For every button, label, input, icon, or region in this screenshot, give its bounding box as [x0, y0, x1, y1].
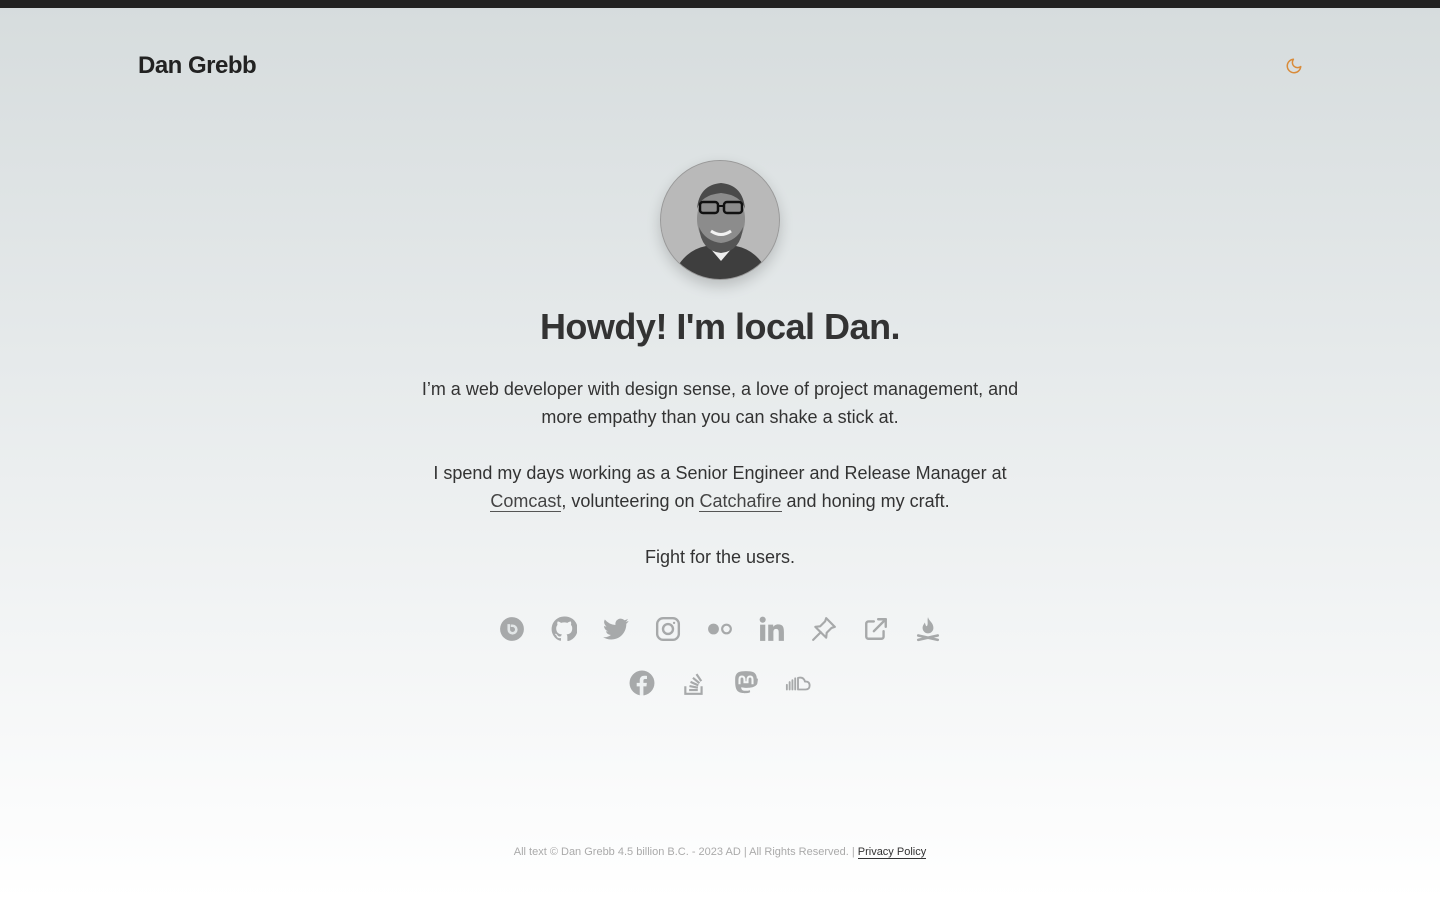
- mastodon-icon: [735, 671, 758, 694]
- theme-toggle-button[interactable]: [1282, 54, 1306, 78]
- linkedin-link[interactable]: [758, 615, 786, 643]
- linkedin-icon: [759, 616, 784, 641]
- social-links-row-1: [0, 615, 1440, 643]
- flickr-link[interactable]: [706, 615, 734, 643]
- soundcloud-link[interactable]: [784, 669, 812, 697]
- footer-copyright: All text © Dan Grebb 4.5 billion B.C. - …: [513, 846, 858, 858]
- stackoverflow-icon: [684, 673, 703, 695]
- campfire-link[interactable]: [914, 615, 942, 643]
- site-title[interactable]: Dan Grebb: [138, 52, 257, 80]
- pinboard-link[interactable]: [810, 615, 838, 643]
- twitter-link[interactable]: [602, 615, 630, 643]
- social-links-row-2: [0, 669, 1440, 697]
- motto-paragraph: Fight for the users.: [644, 547, 796, 567]
- work-paragraph: I spend my days working as a Senior Engi…: [420, 459, 1020, 515]
- external-link[interactable]: [862, 615, 890, 643]
- pinboard-icon: [812, 617, 836, 641]
- work-paragraph-middle: , volunteering on: [561, 491, 700, 511]
- privacy-policy-link[interactable]: Privacy Policy: [857, 846, 927, 859]
- github-link[interactable]: [550, 615, 578, 643]
- facebook-icon: [629, 670, 655, 696]
- soundcloud-icon: [785, 676, 811, 691]
- facebook-link[interactable]: [628, 669, 656, 697]
- top-bar: [0, 0, 1440, 8]
- twitter-icon: [603, 618, 629, 640]
- instagram-link[interactable]: [654, 615, 682, 643]
- moon-icon: [1286, 58, 1302, 74]
- gravatar-icon: [500, 617, 524, 641]
- instagram-icon: [655, 616, 681, 642]
- work-paragraph-suffix: and honing my craft.: [781, 491, 950, 511]
- footer: All text © Dan Grebb 4.5 billion B.C. - …: [0, 846, 1440, 859]
- external-link-icon: [865, 618, 887, 640]
- flickr-icon: [708, 623, 732, 635]
- hero-title: Howdy! I'm local Dan.: [539, 306, 901, 347]
- work-paragraph-prefix: I spend my days working as a Senior Engi…: [433, 463, 1007, 483]
- campfire-icon: [916, 617, 940, 642]
- gravatar-link[interactable]: [498, 615, 526, 643]
- avatar-portrait: [661, 161, 779, 279]
- stackoverflow-link[interactable]: [680, 669, 708, 697]
- intro-paragraph: I’m a web developer with design sense, a…: [421, 379, 1019, 427]
- comcast-link[interactable]: Comcast: [490, 491, 562, 512]
- catchafire-link[interactable]: Catchafire: [699, 491, 782, 512]
- avatar: [660, 160, 780, 280]
- mastodon-link[interactable]: [732, 669, 760, 697]
- github-icon: [551, 616, 577, 642]
